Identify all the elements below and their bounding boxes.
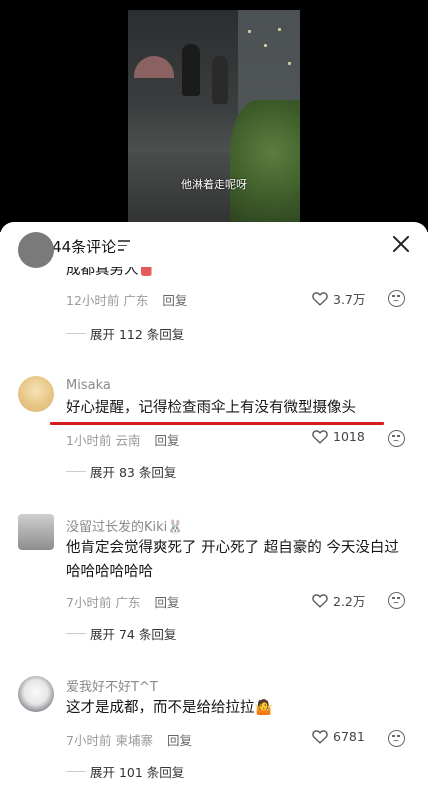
comment-time: 7小时前 — [66, 733, 112, 748]
comment-time: 7小时前 — [66, 595, 112, 610]
emoji-icon — [140, 267, 152, 276]
person-figure — [182, 44, 200, 96]
expand-divider — [66, 333, 86, 334]
comment-meta: 7小时前 柬埔寨 回复 — [66, 730, 192, 749]
window-light — [264, 44, 267, 47]
like-button[interactable]: 3.7万 — [312, 289, 365, 308]
comment-time: 1小时前 — [66, 433, 112, 448]
comment-item: 没留过长发的Kiki🐰 他肯定会觉得爽死了 开心死了 超自豪的 今天没白过 哈哈… — [0, 510, 428, 650]
like-count: 2.2万 — [333, 594, 366, 609]
comment-item: Misaka 好心提醒，记得检查雨伞上有没有微型摄像头 1小时前 云南 回复 1… — [0, 370, 428, 480]
heart-icon — [312, 594, 328, 608]
comments-sheet: 共1844条评论 成都真男人 12小时前 广东 回复 3.7万 展开 112 条… — [0, 222, 428, 800]
expand-replies-label: 展开 74 条回复 — [90, 627, 177, 642]
video-frame[interactable]: 他淋着走呢呀 — [128, 10, 300, 232]
comment-username[interactable]: 没留过长发的Kiki🐰 — [66, 516, 183, 535]
dislike-icon[interactable] — [388, 730, 405, 747]
sort-icon[interactable] — [118, 240, 130, 251]
comment-location: 广东 — [123, 293, 149, 308]
like-button[interactable]: 1018 — [312, 429, 365, 444]
window-light — [278, 28, 281, 31]
tree — [230, 100, 300, 232]
comment-location: 云南 — [115, 433, 141, 448]
expand-replies-button[interactable]: 展开 112 条回复 — [66, 324, 184, 343]
comment-location: 柬埔寨 — [115, 733, 153, 748]
avatar[interactable] — [18, 232, 54, 268]
expand-divider — [66, 471, 86, 472]
comment-meta: 7小时前 广东 回复 — [66, 592, 179, 611]
person-figure — [212, 56, 228, 104]
reply-button[interactable]: 回复 — [167, 733, 192, 748]
comment-content: 哈哈哈哈哈哈 — [66, 564, 153, 580]
avatar[interactable] — [18, 514, 54, 550]
expand-replies-button[interactable]: 展开 83 条回复 — [66, 462, 176, 481]
reply-button[interactable]: 回复 — [162, 293, 187, 308]
heart-icon — [312, 430, 328, 444]
expand-divider — [66, 771, 86, 772]
avatar[interactable] — [18, 376, 54, 412]
expand-replies-label: 展开 112 条回复 — [90, 327, 185, 342]
comment-item: 成都真男人 12小时前 广东 回复 3.7万 展开 112 条回复 — [0, 232, 428, 348]
comment-time: 12小时前 — [66, 293, 120, 308]
window-light — [248, 30, 251, 33]
window-light — [288, 62, 291, 65]
umbrella — [134, 56, 174, 78]
comment-username[interactable]: Misaka — [66, 378, 111, 393]
comment-content: 好心提醒，记得检查雨伞上有没有微型摄像头 — [66, 400, 356, 416]
dislike-icon[interactable] — [388, 592, 405, 609]
comment-content: 这才是成都，而不是给给拉拉🤷 — [66, 700, 273, 716]
avatar[interactable] — [18, 676, 54, 712]
expand-replies-label: 展开 83 条回复 — [90, 465, 177, 480]
comment-meta: 1小时前 云南 回复 — [66, 430, 179, 449]
like-button[interactable]: 2.2万 — [312, 591, 365, 610]
expand-replies-button[interactable]: 展开 101 条回复 — [66, 762, 184, 781]
dislike-icon[interactable] — [388, 290, 405, 307]
comment-content: 他肯定会觉得爽死了 开心死了 超自豪的 今天没白过 — [66, 540, 399, 556]
like-count: 3.7万 — [333, 292, 366, 307]
comment-item: 爱我好不好T^T 这才是成都，而不是给给拉拉🤷 7小时前 柬埔寨 回复 6781… — [0, 670, 428, 795]
comment-username[interactable]: 爱我好不好T^T — [66, 676, 158, 695]
dislike-icon[interactable] — [388, 430, 405, 447]
expand-replies-label: 展开 101 条回复 — [90, 765, 185, 780]
video-subtitle: 他淋着走呢呀 — [181, 178, 247, 191]
expand-divider — [66, 633, 86, 634]
comment-content: 成都真男人 — [66, 267, 152, 282]
expand-replies-button[interactable]: 展开 74 条回复 — [66, 624, 176, 643]
highlight-underline — [50, 422, 384, 425]
comment-meta: 12小时前 广东 回复 — [66, 290, 187, 309]
reply-button[interactable]: 回复 — [154, 595, 179, 610]
like-button[interactable]: 6781 — [312, 729, 365, 744]
reply-button[interactable]: 回复 — [154, 433, 179, 448]
heart-icon — [312, 730, 328, 744]
video-area[interactable]: 他淋着走呢呀 — [0, 0, 428, 232]
like-count: 1018 — [333, 429, 365, 444]
like-count: 6781 — [333, 729, 365, 744]
comment-location: 广东 — [115, 595, 141, 610]
heart-icon — [312, 292, 328, 306]
close-icon[interactable] — [392, 235, 410, 253]
